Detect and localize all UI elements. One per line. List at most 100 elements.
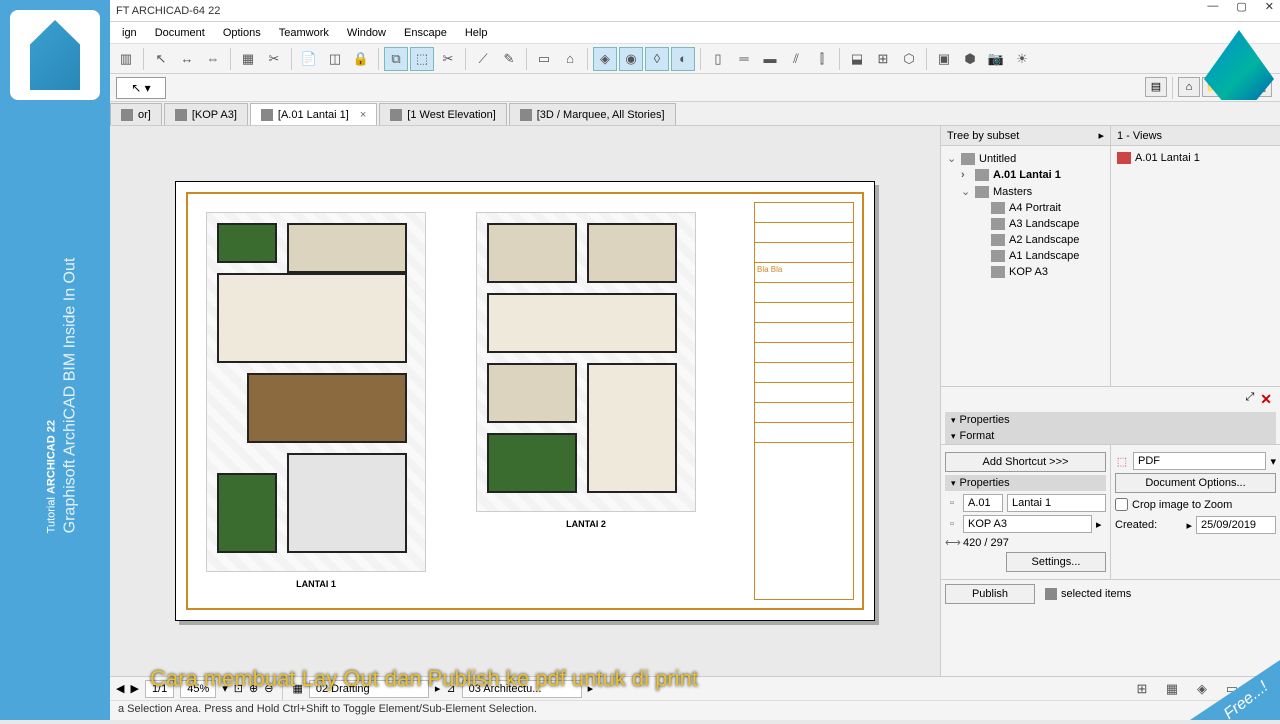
nav-home-icon[interactable]: ⌂ xyxy=(1178,77,1200,97)
tool-sun-icon[interactable]: ☀ xyxy=(1010,47,1034,71)
layout-id-field[interactable]: A.01 xyxy=(963,494,1003,512)
views-header[interactable]: 1 - Views xyxy=(1111,126,1280,146)
menu-options[interactable]: Options xyxy=(215,25,269,41)
tool-box-icon[interactable]: ◫ xyxy=(323,47,347,71)
tool-column-icon[interactable]: ▯ xyxy=(706,47,730,71)
banner-subtitle: Graphisoft ArchiCAD BIM Inside In Out xyxy=(62,258,80,534)
menu-teamwork[interactable]: Teamwork xyxy=(271,25,337,41)
close-button[interactable]: ✕ xyxy=(1265,0,1274,13)
tool-home-icon[interactable]: ⌂ xyxy=(558,47,582,71)
main-area: LANTAI 1 LANTAI 2 Bla Bla xyxy=(110,126,1280,676)
tool-lock-icon[interactable]: 🔒 xyxy=(349,47,373,71)
tool-measure-icon[interactable]: ⟋ xyxy=(471,47,495,71)
tool-zone-icon[interactable]: ▣ xyxy=(932,47,956,71)
tool-beam-icon[interactable]: ═ xyxy=(732,47,756,71)
tool-grid-icon[interactable]: ▦ xyxy=(236,47,260,71)
tool-doc-icon[interactable]: 📄 xyxy=(297,47,321,71)
tool-cut-icon[interactable]: ✂ xyxy=(436,47,460,71)
tool-obj-icon[interactable]: ⬡ xyxy=(897,47,921,71)
tool-rail-icon[interactable]: ⫿ xyxy=(810,47,834,71)
app-window: FT ARCHICAD-64 22 — ▢ ✕ ign Document Opt… xyxy=(110,0,1280,720)
titlebar: FT ARCHICAD-64 22 — ▢ ✕ xyxy=(110,0,1280,22)
master-field[interactable]: KOP A3 xyxy=(963,515,1092,533)
props-header[interactable]: Properties xyxy=(945,412,1276,428)
titleblock: Bla Bla xyxy=(754,202,854,600)
tree-a1[interactable]: A1 Landscape xyxy=(943,248,1108,264)
format-select[interactable]: PDF xyxy=(1133,452,1266,470)
tool-cursor-icon[interactable]: ↖ xyxy=(149,47,173,71)
maximize-button[interactable]: ▢ xyxy=(1236,0,1246,13)
main-toolbar: ▥ ↖ ↔ ⇔ ▦ ✂ 📄 ◫ 🔒 ⧉ ⬚ ✂ ⟋ ✎ ▭ ⌂ ◈ ◉ ◊ ◐ … xyxy=(110,44,1280,74)
layout-viewport[interactable]: LANTAI 1 LANTAI 2 Bla Bla xyxy=(110,126,940,676)
tool-window-icon[interactable]: ⊞ xyxy=(871,47,895,71)
tree-root[interactable]: ⌄Untitled xyxy=(943,150,1108,167)
format-header[interactable]: Format xyxy=(945,428,1276,444)
tool-roof-icon[interactable]: ◐ xyxy=(671,47,695,71)
master-icon: ▫ xyxy=(945,518,959,530)
elev-icon xyxy=(390,109,402,121)
arrow-tool-button[interactable]: ↖ ▾ xyxy=(116,77,166,99)
publish-button[interactable]: Publish xyxy=(945,584,1035,604)
tree-a4[interactable]: A4 Portrait xyxy=(943,200,1108,216)
layout-sheet: LANTAI 1 LANTAI 2 Bla Bla xyxy=(175,181,875,621)
layout-name-field[interactable]: Lantai 1 xyxy=(1007,494,1106,512)
arrow-toolbar: ↖ ▾ ▤ ⌂ 📁 ▥ 📋 xyxy=(110,74,1280,102)
tab-a01[interactable]: [A.01 Lantai 1]× xyxy=(250,103,377,125)
video-caption: Cara membuat Lay Out dan Publish ke pdf … xyxy=(150,666,1260,692)
close-icon[interactable]: ✕ xyxy=(1260,391,1272,408)
doc-options-button[interactable]: Document Options... xyxy=(1115,473,1276,493)
created-field[interactable]: 25/09/2019 xyxy=(1196,516,1276,534)
view-a01[interactable]: A.01 Lantai 1 xyxy=(1113,150,1278,166)
tutorial-banner: Tutorial ARCHICAD 22 Graphisoft ArchiCAD… xyxy=(0,0,110,720)
tree-a3[interactable]: A3 Landscape xyxy=(943,216,1108,232)
tree-a01[interactable]: ›A.01 Lantai 1 xyxy=(943,167,1108,183)
master-icon xyxy=(991,202,1005,214)
tool-dim-icon[interactable]: ⇔ xyxy=(201,47,225,71)
folder-icon xyxy=(975,186,989,198)
nav-fwd-icon[interactable]: ▶ xyxy=(130,682,138,695)
tab-kop[interactable]: [KOP A3] xyxy=(164,103,248,125)
props-section[interactable]: Properties xyxy=(945,475,1106,491)
tool-link-icon[interactable]: ⧉ xyxy=(384,47,408,71)
cube-icon xyxy=(520,109,532,121)
menu-window[interactable]: Window xyxy=(339,25,394,41)
tool-mesh-icon[interactable]: ◈ xyxy=(593,47,617,71)
menu-enscape[interactable]: Enscape xyxy=(396,25,455,41)
tool-3d-icon[interactable]: ⬢ xyxy=(958,47,982,71)
tool-cam-icon[interactable]: 📷 xyxy=(984,47,1008,71)
tree-masters[interactable]: ⌄Masters xyxy=(943,183,1108,200)
tree-kop[interactable]: KOP A3 xyxy=(943,264,1108,280)
expand-icon[interactable]: ⤢ xyxy=(1245,391,1254,408)
minimize-button[interactable]: — xyxy=(1207,0,1218,13)
tab-3d[interactable]: [3D / Marquee, All Stories] xyxy=(509,103,676,125)
settings-button[interactable]: Settings... xyxy=(1006,552,1106,572)
tool-slab-icon[interactable]: ▬ xyxy=(758,47,782,71)
tab-floor[interactable]: or] xyxy=(110,103,162,125)
layout-icon xyxy=(961,153,975,165)
tree-a2[interactable]: A2 Landscape xyxy=(943,232,1108,248)
plan2-label: LANTAI 2 xyxy=(566,519,606,529)
crop-checkbox[interactable] xyxy=(1115,498,1128,511)
hint-bar: a Selection Area. Press and Hold Ctrl+Sh… xyxy=(110,700,1280,720)
tool-door-icon[interactable]: ⬓ xyxy=(845,47,869,71)
tool-crop-icon[interactable]: ✂ xyxy=(262,47,286,71)
tool-marquee-icon[interactable]: ⬚ xyxy=(410,47,434,71)
tool-stair-icon[interactable]: ⫽ xyxy=(784,47,808,71)
menu-help[interactable]: Help xyxy=(457,25,496,41)
nav-back-icon[interactable]: ◀ xyxy=(116,682,124,695)
tool-wall-icon[interactable]: ▭ xyxy=(532,47,556,71)
tool-shell-icon[interactable]: ◊ xyxy=(645,47,669,71)
brand-logo xyxy=(1204,30,1274,100)
tool-pen-icon[interactable]: ✎ xyxy=(497,47,521,71)
tool-morph-icon[interactable]: ◉ xyxy=(619,47,643,71)
nav-map-icon[interactable]: ▤ xyxy=(1145,77,1167,97)
menu-design[interactable]: ign xyxy=(114,25,145,41)
tree-header[interactable]: Tree by subset▸ xyxy=(941,126,1110,146)
close-icon[interactable]: × xyxy=(360,109,366,121)
tool-file-icon[interactable]: ▥ xyxy=(114,47,138,71)
menu-document[interactable]: Document xyxy=(147,25,213,41)
tab-elevation[interactable]: [1 West Elevation] xyxy=(379,103,506,125)
radio-icon xyxy=(1045,588,1057,600)
tool-line-icon[interactable]: ↔ xyxy=(175,47,199,71)
add-shortcut-button[interactable]: Add Shortcut >>> xyxy=(945,452,1106,472)
